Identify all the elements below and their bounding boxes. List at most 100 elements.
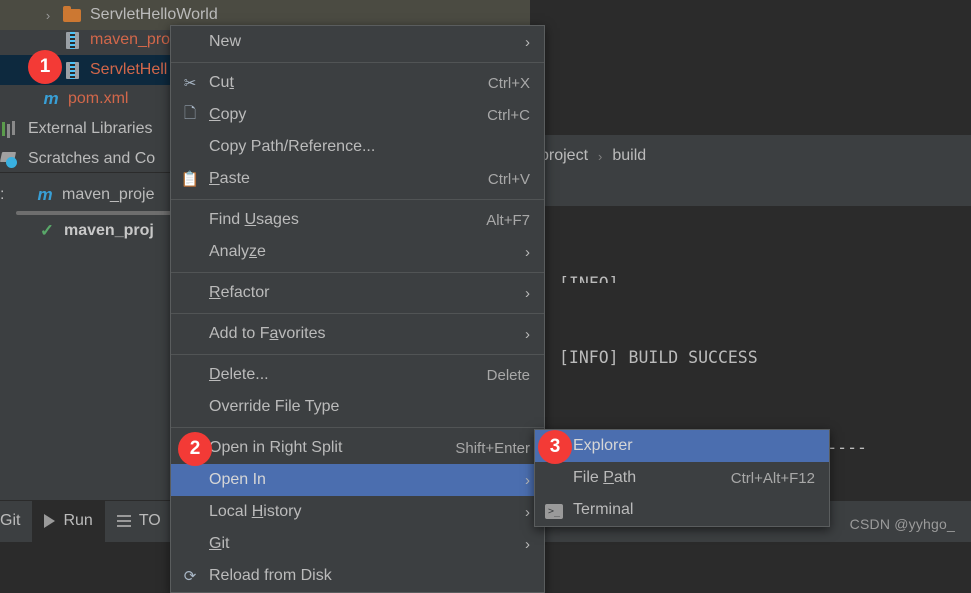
menu-item-shortcut: Ctrl+C (487, 106, 530, 124)
submenu-item-label: Terminal (573, 501, 634, 518)
menu-separator (171, 199, 544, 200)
scissors-icon: ✂ (183, 75, 197, 92)
terminal-icon: >_ (535, 501, 573, 519)
maven-m-icon: m (37, 185, 53, 204)
console-line: [INFO] --------------------------- (559, 269, 971, 283)
chevron-right-icon: › (525, 325, 530, 343)
chevron-right-icon: › (525, 471, 530, 489)
tree-row-label: ServletHell (90, 61, 168, 78)
chevron-right-icon[interactable]: › (40, 8, 56, 23)
menu-separator (171, 313, 544, 314)
submenu-item-explorer[interactable]: Explorer (535, 430, 829, 462)
menu-item-label: Override File Type (209, 398, 340, 415)
menu-item-label: Analyze (209, 243, 266, 260)
step-badge-2: 2 (178, 432, 212, 466)
console-line: [INFO] BUILD SUCCESS (559, 348, 758, 367)
menu-item-local-history[interactable]: Local History › (171, 496, 544, 528)
chevron-right-icon: › (525, 503, 530, 521)
menu-item-label: Refactor (209, 284, 270, 301)
menu-item-add-to-favorites[interactable]: Add to Favorites › (171, 318, 544, 350)
menu-item-cut[interactable]: ✂ Cut Ctrl+X (171, 67, 544, 99)
tree-row-label: External Libraries (28, 120, 153, 137)
chevron-right-icon: › (525, 243, 530, 261)
tree-row-label: ServletHelloWorld (90, 6, 218, 23)
breadcrumb-item-project[interactable]: project (540, 147, 588, 165)
menu-item-copy[interactable]: 🗋 Copy Ctrl+C (171, 99, 544, 131)
maven-m-icon: m (43, 89, 59, 108)
menu-item-refactor[interactable]: Refactor › (171, 277, 544, 309)
jar-icon (62, 31, 84, 49)
watermark: CSDN @yyhgo_ (849, 516, 955, 532)
tree-row-prefix: : (0, 186, 5, 203)
chevron-right-icon: › (525, 284, 530, 302)
menu-item-open-in-right-split[interactable]: ◫ Open in Right Split Shift+Enter (171, 432, 544, 464)
menu-item-paste[interactable]: 📋 Paste Ctrl+V (171, 163, 544, 195)
menu-item-shortcut: Ctrl+V (487, 170, 530, 188)
menu-item-label: Cut (209, 74, 234, 91)
external-libraries-icon (0, 120, 22, 138)
submenu-item-terminal[interactable]: >_ Terminal (535, 494, 829, 526)
submenu-item-file-path[interactable]: File Path Ctrl+Alt+F12 (535, 462, 829, 494)
submenu-item-shortcut: Ctrl+Alt+F12 (730, 469, 815, 487)
menu-separator (171, 272, 544, 273)
menu-item-label: Find Usages (209, 211, 299, 228)
tree-row-label: Scratches and Co (28, 150, 156, 167)
bottom-tab-todo[interactable]: TO (105, 500, 173, 542)
menu-item-label: Copy Path/Reference... (209, 138, 376, 155)
green-check-icon: ✓ (39, 221, 55, 240)
horizontal-scrollbar-thumb[interactable] (16, 211, 186, 215)
step-badge-1: 1 (28, 50, 62, 84)
menu-item-open-in[interactable]: Open In › (171, 464, 544, 496)
bottom-tab-label: Run (63, 512, 93, 529)
menu-item-shortcut: Ctrl+X (487, 74, 530, 92)
menu-item-label: Add to Favorites (209, 325, 326, 342)
menu-item-git[interactable]: Git › (171, 528, 544, 560)
scratches-icon (0, 150, 22, 168)
tree-row-label: maven_proje (62, 186, 155, 203)
menu-item-override-file-type[interactable]: Override File Type (171, 391, 544, 423)
menu-item-label: Open in Right Split (209, 439, 343, 456)
copy-icon: 🗋 (183, 104, 197, 122)
bottom-tab-label: TO (138, 512, 161, 529)
open-in-submenu: Explorer File Path Ctrl+Alt+F12 >_ Termi… (534, 429, 830, 527)
chevron-right-icon: › (525, 33, 530, 51)
paste-icon: 📋 (180, 171, 200, 188)
tree-row-label: maven_proj (64, 222, 154, 239)
bottom-tab-git[interactable]: Git (0, 500, 32, 542)
menu-item-label: Copy (209, 106, 247, 123)
tree-row-label: pom.xml (68, 90, 129, 107)
context-menu: New › ✂ Cut Ctrl+X 🗋 Copy Ctrl+C Copy Pa… (170, 25, 545, 593)
submenu-item-label: Explorer (573, 437, 633, 454)
menu-item-label: Open In (209, 471, 266, 488)
menu-item-label: Git (209, 535, 230, 552)
menu-item-label: New (209, 33, 242, 50)
jar-icon (62, 61, 84, 79)
submenu-item-label: File Path (573, 469, 637, 486)
folder-icon (62, 6, 84, 24)
menu-separator (171, 62, 544, 63)
step-badge-3: 3 (538, 430, 572, 464)
menu-item-delete[interactable]: Delete... Delete (171, 359, 544, 391)
menu-item-copy-path-reference[interactable]: Copy Path/Reference... (171, 131, 544, 163)
menu-item-shortcut: Shift+Enter (455, 439, 530, 457)
play-icon (44, 514, 56, 528)
bottom-tab-run[interactable]: Run (32, 500, 105, 542)
chevron-right-icon: › (598, 148, 603, 164)
menu-item-shortcut: Alt+F7 (486, 211, 530, 229)
menu-item-find-usages[interactable]: Find Usages Alt+F7 (171, 204, 544, 236)
menu-separator (171, 427, 544, 428)
menu-item-reload-from-disk[interactable]: ⟳ Reload from Disk (171, 560, 544, 592)
breadcrumb-item-build[interactable]: build (612, 147, 646, 165)
menu-item-new[interactable]: New › (171, 26, 544, 58)
menu-separator (171, 354, 544, 355)
menu-item-label: Local History (209, 503, 302, 520)
menu-item-shortcut: Delete (486, 366, 530, 384)
menu-item-label: Delete... (209, 366, 269, 383)
menu-item-analyze[interactable]: Analyze › (171, 236, 544, 268)
menu-item-label: Reload from Disk (209, 567, 332, 584)
chevron-right-icon: › (525, 535, 530, 553)
list-icon (116, 515, 131, 527)
menu-item-label: Paste (209, 170, 250, 187)
reload-icon: ⟳ (183, 568, 197, 585)
tree-row-label: maven_pro (90, 31, 171, 48)
